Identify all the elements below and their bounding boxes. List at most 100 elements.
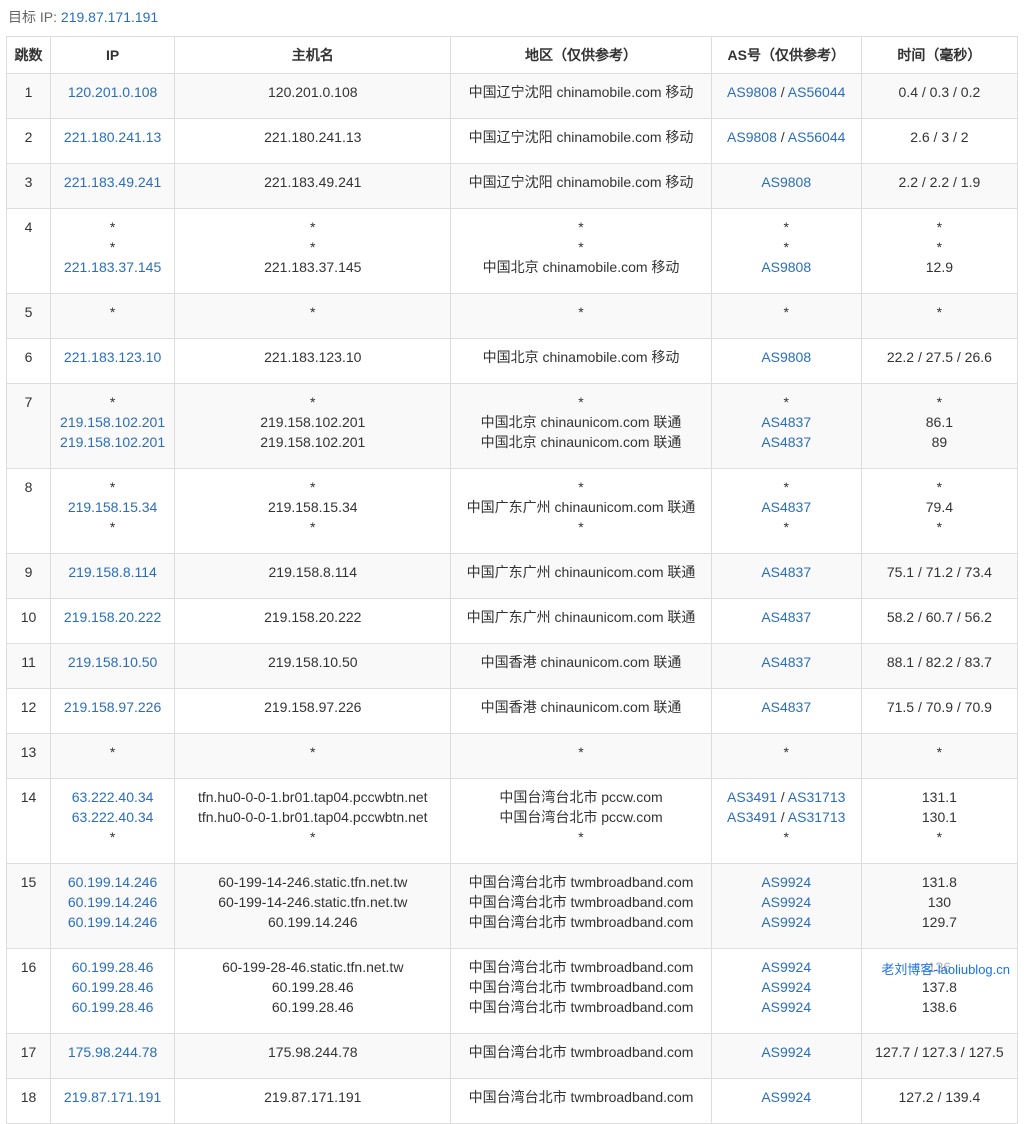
hostname-cell: 219.158.10.50 — [175, 644, 451, 689]
time-cell-line: * — [862, 302, 1017, 322]
region-cell-line: 中国辽宁沈阳 chinamobile.com 移动 — [451, 127, 710, 147]
as-link[interactable]: AS31713 — [788, 809, 846, 825]
as-link[interactable]: AS9924 — [761, 979, 811, 995]
hostname-cell-line: 219.158.8.114 — [175, 562, 450, 582]
ip-cell: 221.180.241.13 — [51, 119, 175, 164]
region-cell-lines: **中国北京 chinamobile.com 移动 — [451, 209, 710, 285]
ip-cell-line[interactable]: 219.87.171.191 — [51, 1087, 174, 1107]
header-hop: 跳数 — [7, 37, 51, 74]
ip-cell-line[interactable]: 219.158.102.201 — [51, 432, 174, 452]
ip-cell-line[interactable]: 221.183.37.145 — [51, 257, 174, 277]
ip-cell-line[interactable]: 63.222.40.34 — [51, 787, 174, 807]
ip-cell: 219.158.97.226 — [51, 689, 175, 734]
ip-cell-lines: 219.158.97.226 — [51, 689, 174, 725]
ip-cell-line: * — [51, 217, 174, 237]
as-link[interactable]: AS9808 — [761, 174, 811, 190]
ip-cell-line[interactable]: 219.158.15.34 — [51, 497, 174, 517]
as-link[interactable]: AS9924 — [761, 874, 811, 890]
time-cell-lines: 131.8130129.7 — [862, 864, 1017, 940]
time-cell-lines: 75.1 / 71.2 / 73.4 — [862, 554, 1017, 590]
as-link[interactable]: AS9924 — [761, 999, 811, 1015]
as-link[interactable]: AS4837 — [761, 609, 811, 625]
ip-cell-line[interactable]: 221.183.49.241 — [51, 172, 174, 192]
hostname-cell-line: 60-199-14-246.static.tfn.net.tw — [175, 892, 450, 912]
ip-cell-line[interactable]: 60.199.14.246 — [51, 912, 174, 932]
ip-cell-line[interactable]: 219.158.10.50 — [51, 652, 174, 672]
as-link[interactable]: AS9924 — [761, 959, 811, 975]
hop-cell: 15 — [7, 864, 51, 949]
watermark: 老刘博客-laoliublog.cn — [881, 959, 1010, 978]
as-link[interactable]: AS9808 — [761, 349, 811, 365]
ip-cell-line[interactable]: 60.199.14.246 — [51, 892, 174, 912]
as-link[interactable]: AS4837 — [761, 414, 811, 430]
as-link[interactable]: AS9808 — [761, 259, 811, 275]
hostname-cell: * — [175, 294, 451, 339]
region-cell-line: 中国北京 chinaunicom.com 联通 — [451, 412, 710, 432]
as-link[interactable]: AS4837 — [761, 434, 811, 450]
as-link[interactable]: AS9924 — [761, 1044, 811, 1060]
region-cell-lines: 中国广东广州 chinaunicom.com 联通 — [451, 599, 710, 635]
time-cell-lines: 2.2 / 2.2 / 1.9 — [862, 164, 1017, 200]
as-empty: * — [784, 394, 789, 410]
ip-cell-line[interactable]: 219.158.8.114 — [51, 562, 174, 582]
ip-cell-line[interactable]: 219.158.20.222 — [51, 607, 174, 627]
hostname-cell-lines: 219.158.20.222 — [175, 599, 450, 635]
time-cell-line: * — [862, 827, 1017, 847]
as-cell: * AS4837 AS4837 — [711, 384, 861, 469]
ip-cell-line: * — [51, 742, 174, 762]
as-link[interactable]: AS56044 — [788, 84, 846, 100]
table-row: 1660.199.28.4660.199.28.4660.199.28.4660… — [7, 949, 1018, 1034]
ip-cell-line: * — [51, 827, 174, 847]
as-link[interactable]: AS9808 — [727, 84, 777, 100]
region-cell-line: 中国台湾台北市 twmbroadband.com — [451, 872, 710, 892]
hostname-cell-line: 221.183.49.241 — [175, 172, 450, 192]
as-cell: AS9808 / AS56044 — [711, 74, 861, 119]
as-link[interactable]: AS4837 — [761, 654, 811, 670]
hop-number: 15 — [7, 872, 50, 892]
ip-cell-line[interactable]: 63.222.40.34 — [51, 807, 174, 827]
ip-cell-line[interactable]: 60.199.28.46 — [51, 977, 174, 997]
as-link[interactable]: AS3491 — [727, 789, 777, 805]
ip-cell-lines: 219.87.171.191 — [51, 1079, 174, 1115]
as-cell: AS9808 — [711, 164, 861, 209]
as-link[interactable]: AS9924 — [761, 1089, 811, 1105]
ip-cell-line[interactable]: 60.199.28.46 — [51, 957, 174, 977]
ip-cell-line[interactable]: 60.199.14.246 — [51, 872, 174, 892]
as-link[interactable]: AS9924 — [761, 894, 811, 910]
region-cell-line: 中国香港 chinaunicom.com 联通 — [451, 652, 710, 672]
region-cell-lines: *中国广东广州 chinaunicom.com 联通* — [451, 469, 710, 545]
hostname-cell-line: 219.158.10.50 — [175, 652, 450, 672]
hostname-cell: 60-199-14-246.static.tfn.net.tw60-199-14… — [175, 864, 451, 949]
hostname-cell-line: * — [175, 477, 450, 497]
as-empty: * — [784, 219, 789, 235]
region-cell: * — [451, 294, 711, 339]
ip-cell-line[interactable]: 120.201.0.108 — [51, 82, 174, 102]
as-link[interactable]: AS9924 — [761, 914, 811, 930]
table-row: 5***** — [7, 294, 1018, 339]
ip-cell-line[interactable]: 219.158.102.201 — [51, 412, 174, 432]
as-link[interactable]: AS4837 — [761, 699, 811, 715]
region-cell-line: 中国辽宁沈阳 chinamobile.com 移动 — [451, 82, 710, 102]
as-link[interactable]: AS31713 — [788, 789, 846, 805]
time-cell: 127.2 / 139.4 — [861, 1079, 1017, 1124]
ip-cell-lines: 63.222.40.3463.222.40.34* — [51, 779, 174, 855]
table-row: 1463.222.40.3463.222.40.34*tfn.hu0-0-0-1… — [7, 779, 1018, 864]
as-link[interactable]: AS3491 — [727, 809, 777, 825]
as-link[interactable]: AS9808 — [727, 129, 777, 145]
region-cell-line: 中国广东广州 chinaunicom.com 联通 — [451, 607, 710, 627]
ip-cell-line[interactable]: 221.180.241.13 — [51, 127, 174, 147]
hostname-cell-line: 60-199-28-46.static.tfn.net.tw — [175, 957, 450, 977]
hop-cell: 7 — [7, 384, 51, 469]
time-cell-line: 138.6 — [862, 997, 1017, 1017]
as-line: AS4837 — [712, 497, 861, 517]
region-cell: 中国台湾台北市 twmbroadband.com — [451, 1034, 711, 1079]
as-cell: AS9808 / AS56044 — [711, 119, 861, 164]
ip-cell-line[interactable]: 221.183.123.10 — [51, 347, 174, 367]
ip-cell-line[interactable]: 175.98.244.78 — [51, 1042, 174, 1062]
as-link[interactable]: AS4837 — [761, 564, 811, 580]
as-link[interactable]: AS56044 — [788, 129, 846, 145]
as-link[interactable]: AS4837 — [761, 499, 811, 515]
ip-cell-line[interactable]: 60.199.28.46 — [51, 997, 174, 1017]
hop-cell: 12 — [7, 689, 51, 734]
ip-cell-line[interactable]: 219.158.97.226 — [51, 697, 174, 717]
